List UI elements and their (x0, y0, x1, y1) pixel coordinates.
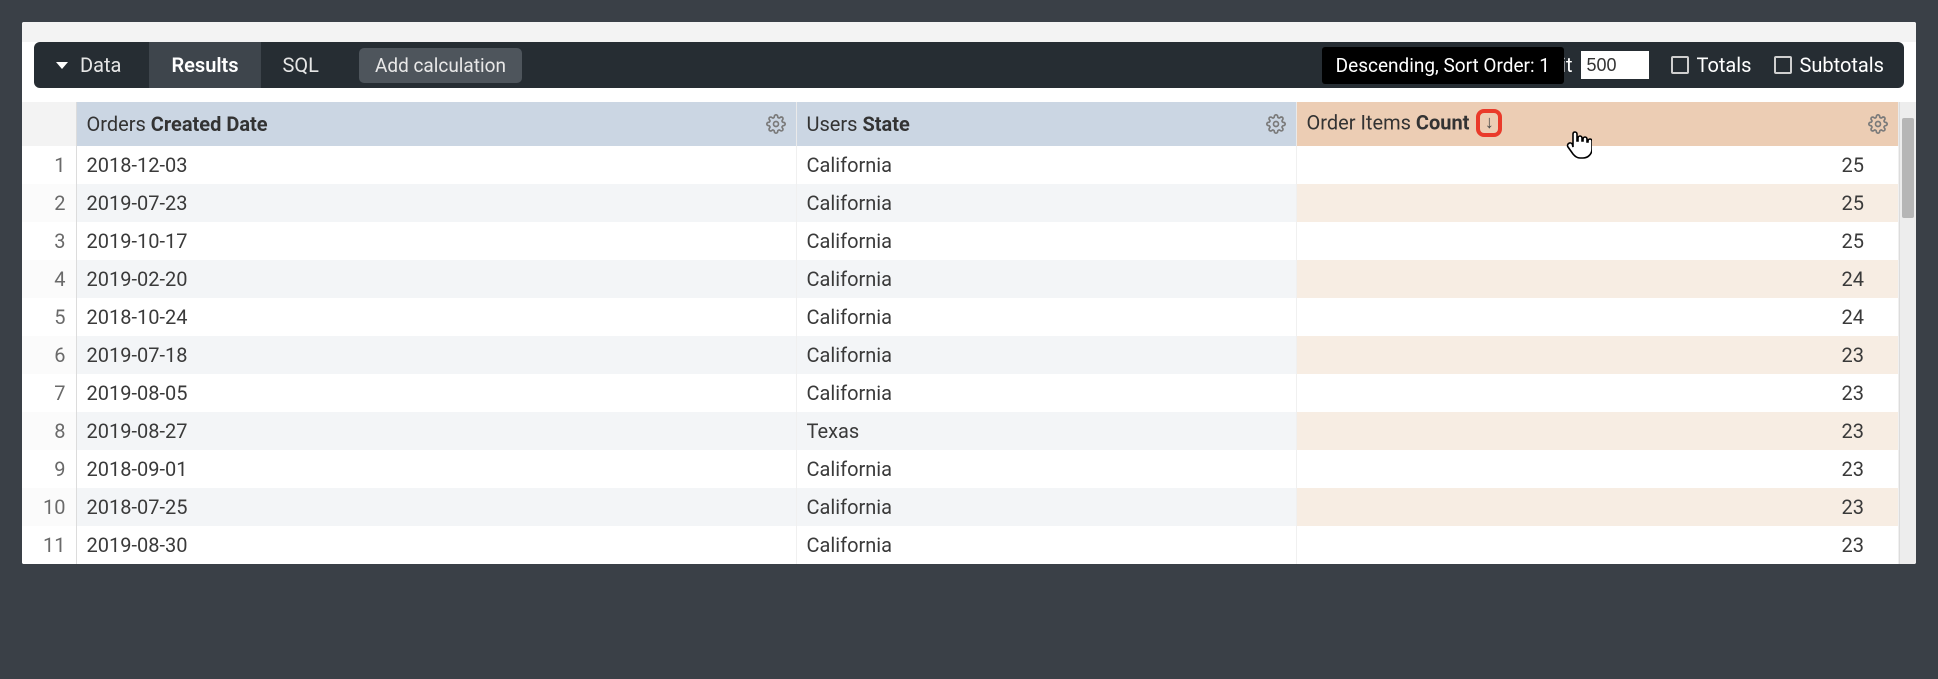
table-row: 102018-07-25California23 (22, 488, 1899, 526)
cell-created-date[interactable]: 2019-08-27 (76, 412, 796, 450)
tab-sql-label: SQL (283, 53, 319, 77)
subtotals-checkbox[interactable]: Subtotals (1774, 53, 1885, 77)
row-number: 6 (22, 336, 76, 374)
gear-icon[interactable] (1266, 114, 1286, 134)
table-row: 112019-08-30California23 (22, 526, 1899, 564)
row-number: 3 (22, 222, 76, 260)
cell-count[interactable]: 23 (1296, 488, 1899, 526)
column-header-order-items-count[interactable]: Order Items Count ↓ (1296, 102, 1899, 146)
cell-created-date[interactable]: 2019-08-30 (76, 526, 796, 564)
row-number: 11 (22, 526, 76, 564)
cell-count[interactable]: 23 (1296, 450, 1899, 488)
cell-count[interactable]: 23 (1296, 374, 1899, 412)
cell-state[interactable]: California (796, 184, 1296, 222)
scrollbar-thumb[interactable] (1902, 118, 1914, 218)
row-number: 9 (22, 450, 76, 488)
checkbox-icon (1774, 56, 1792, 74)
cell-created-date[interactable]: 2019-07-23 (76, 184, 796, 222)
arrow-down-icon: ↓ (1485, 114, 1494, 132)
caret-down-icon (56, 62, 68, 69)
cell-state[interactable]: California (796, 526, 1296, 564)
cell-created-date[interactable]: 2018-09-01 (76, 450, 796, 488)
cell-state[interactable]: California (796, 488, 1296, 526)
totals-checkbox[interactable]: Totals (1671, 53, 1752, 77)
table-row: 62019-07-18California23 (22, 336, 1899, 374)
table-row: 82019-08-27Texas23 (22, 412, 1899, 450)
column-header-orders-created-date[interactable]: Orders Created Date (76, 102, 796, 146)
tab-sql[interactable]: SQL (261, 42, 341, 88)
subtotals-label: Subtotals (1800, 53, 1885, 77)
cell-created-date[interactable]: 2018-12-03 (76, 146, 796, 184)
cell-count[interactable]: 24 (1296, 298, 1899, 336)
cell-created-date[interactable]: 2019-07-18 (76, 336, 796, 374)
table-row: 12018-12-03California25 (22, 146, 1899, 184)
cell-count[interactable]: 23 (1296, 336, 1899, 374)
cell-state[interactable]: California (796, 336, 1296, 374)
cell-state[interactable]: California (796, 222, 1296, 260)
cell-created-date[interactable]: 2019-08-05 (76, 374, 796, 412)
row-limit-input[interactable] (1581, 51, 1649, 79)
cell-created-date[interactable]: 2019-02-20 (76, 260, 796, 298)
toolbar: Data Results SQL Add calculation Row Lim… (34, 42, 1904, 88)
cell-created-date[interactable]: 2018-07-25 (76, 488, 796, 526)
checkbox-icon (1671, 56, 1689, 74)
scrollbar[interactable] (1899, 102, 1916, 564)
cell-count[interactable]: 23 (1296, 412, 1899, 450)
cell-state[interactable]: California (796, 374, 1296, 412)
row-number: 7 (22, 374, 76, 412)
gear-icon[interactable] (1868, 114, 1888, 134)
row-number: 1 (22, 146, 76, 184)
cell-count[interactable]: 23 (1296, 526, 1899, 564)
row-number: 8 (22, 412, 76, 450)
cell-count[interactable]: 24 (1296, 260, 1899, 298)
tab-data[interactable]: Data (44, 42, 149, 88)
table-row: 52018-10-24California24 (22, 298, 1899, 336)
cell-count[interactable]: 25 (1296, 222, 1899, 260)
sort-descending-indicator[interactable]: ↓ (1476, 109, 1502, 137)
cell-state[interactable]: Texas (796, 412, 1296, 450)
rownum-header (22, 102, 76, 146)
cell-created-date[interactable]: 2019-10-17 (76, 222, 796, 260)
cell-state[interactable]: California (796, 146, 1296, 184)
sort-tooltip: Descending, Sort Order: 1 (1322, 47, 1564, 84)
cell-state[interactable]: California (796, 260, 1296, 298)
table-row: 22019-07-23California25 (22, 184, 1899, 222)
row-number: 4 (22, 260, 76, 298)
tab-results-label: Results (171, 53, 238, 77)
tab-data-label: Data (80, 53, 121, 77)
table-row: 32019-10-17California25 (22, 222, 1899, 260)
table-row: 92018-09-01California23 (22, 450, 1899, 488)
column-header-users-state[interactable]: Users State (796, 102, 1296, 146)
tab-results[interactable]: Results (149, 42, 260, 88)
row-number: 2 (22, 184, 76, 222)
table-row: 42019-02-20California24 (22, 260, 1899, 298)
cell-state[interactable]: California (796, 450, 1296, 488)
row-number: 5 (22, 298, 76, 336)
totals-label: Totals (1697, 53, 1752, 77)
row-number: 10 (22, 488, 76, 526)
table-row: 72019-08-05California23 (22, 374, 1899, 412)
results-table: Orders Created Date Users State (22, 102, 1899, 564)
cell-state[interactable]: California (796, 298, 1296, 336)
cell-count[interactable]: 25 (1296, 146, 1899, 184)
cell-created-date[interactable]: 2018-10-24 (76, 298, 796, 336)
gear-icon[interactable] (766, 114, 786, 134)
add-calculation-button[interactable]: Add calculation (359, 48, 522, 83)
cell-count[interactable]: 25 (1296, 184, 1899, 222)
